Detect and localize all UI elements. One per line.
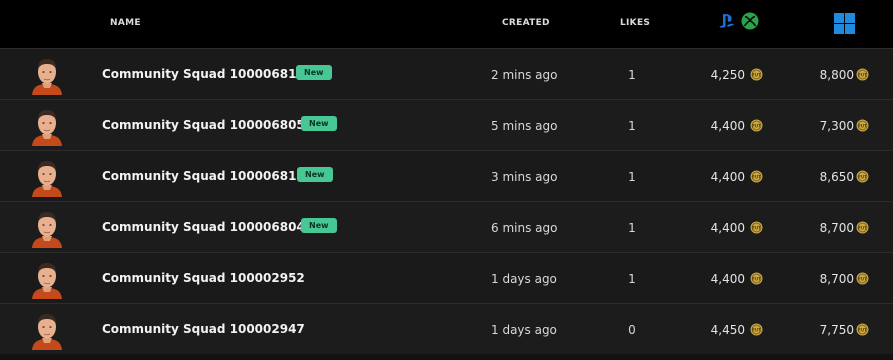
fut-coin-icon: FUT xyxy=(856,68,869,81)
likes-count: 1 xyxy=(628,170,636,184)
fut-coin-icon: FUT xyxy=(750,272,763,285)
fut-coin-icon: FUT xyxy=(750,68,763,81)
console-price: 4,400 xyxy=(710,170,745,184)
console-price: 4,400 xyxy=(710,119,745,133)
console-price: 4,400 xyxy=(710,272,745,286)
windows-icon xyxy=(834,13,855,34)
playstation-icon xyxy=(719,14,734,28)
fut-coin-icon: FUT xyxy=(856,272,869,285)
svg-text:FUT: FUT xyxy=(752,327,761,332)
squad-name[interactable]: Community Squad 100006804 xyxy=(102,220,305,234)
pc-price: 8,800 xyxy=(819,68,854,82)
svg-text:FUT: FUT xyxy=(858,123,867,128)
squad-table: NAME CREATED LIKES Community Squad 10000… xyxy=(0,0,893,354)
table-row[interactable]: Community Squad 100002952 1 days ago 1 4… xyxy=(0,252,893,303)
squad-name[interactable]: Community Squad 100006817 xyxy=(102,67,305,81)
new-badge: New xyxy=(301,218,337,233)
fut-coin-icon: FUT xyxy=(750,323,763,336)
table-row[interactable]: Community Squad 100002947 1 days ago 0 4… xyxy=(0,303,893,354)
likes-count: 0 xyxy=(628,323,636,337)
created-time: 3 mins ago xyxy=(491,170,558,184)
xbox-icon xyxy=(741,12,759,30)
created-time: 2 mins ago xyxy=(491,68,558,82)
created-time: 5 mins ago xyxy=(491,119,558,133)
fut-coin-icon: FUT xyxy=(750,170,763,183)
svg-text:FUT: FUT xyxy=(752,72,761,77)
likes-count: 1 xyxy=(628,272,636,286)
likes-count: 1 xyxy=(628,221,636,235)
fut-coin-icon: FUT xyxy=(856,323,869,336)
svg-text:FUT: FUT xyxy=(752,276,761,281)
player-avatar-icon xyxy=(32,59,62,95)
pc-price: 8,700 xyxy=(819,272,854,286)
fut-coin-icon: FUT xyxy=(856,170,869,183)
table-row[interactable]: Community Squad 100006817 New 2 mins ago… xyxy=(0,48,893,99)
svg-text:FUT: FUT xyxy=(752,225,761,230)
svg-text:FUT: FUT xyxy=(858,72,867,77)
svg-text:FUT: FUT xyxy=(858,276,867,281)
svg-text:FUT: FUT xyxy=(752,174,761,179)
pc-price: 8,700 xyxy=(819,221,854,235)
new-badge: New xyxy=(301,116,337,131)
column-header-created[interactable]: CREATED xyxy=(502,18,550,28)
player-avatar-icon xyxy=(32,314,62,350)
column-header-likes[interactable]: LIKES xyxy=(620,18,650,28)
player-avatar-icon xyxy=(32,263,62,299)
player-avatar-icon xyxy=(32,110,62,146)
column-header-name[interactable]: NAME xyxy=(110,18,141,28)
squad-name[interactable]: Community Squad 100002947 xyxy=(102,322,305,336)
console-price: 4,400 xyxy=(710,221,745,235)
new-badge: New xyxy=(297,167,333,182)
player-avatar-icon xyxy=(32,212,62,248)
table-header: NAME CREATED LIKES xyxy=(0,0,893,48)
table-row[interactable]: Community Squad 100006804 New 6 mins ago… xyxy=(0,201,893,252)
console-price: 4,450 xyxy=(710,323,745,337)
table-row[interactable]: Community Squad 100006815 New 3 mins ago… xyxy=(0,150,893,201)
likes-count: 1 xyxy=(628,119,636,133)
column-header-console[interactable] xyxy=(716,12,759,30)
pc-price: 7,300 xyxy=(819,119,854,133)
svg-text:FUT: FUT xyxy=(858,327,867,332)
likes-count: 1 xyxy=(628,68,636,82)
created-time: 1 days ago xyxy=(491,272,557,286)
new-badge: New xyxy=(296,65,332,80)
squad-name[interactable]: Community Squad 100006805 xyxy=(102,118,305,132)
svg-text:FUT: FUT xyxy=(858,174,867,179)
console-price: 4,250 xyxy=(710,68,745,82)
column-header-pc[interactable] xyxy=(834,13,855,37)
pc-price: 8,650 xyxy=(819,170,854,184)
created-time: 6 mins ago xyxy=(491,221,558,235)
player-avatar-icon xyxy=(32,161,62,197)
svg-text:FUT: FUT xyxy=(752,123,761,128)
table-body: Community Squad 100006817 New 2 mins ago… xyxy=(0,48,893,354)
fut-coin-icon: FUT xyxy=(750,221,763,234)
pc-price: 7,750 xyxy=(819,323,854,337)
squad-name[interactable]: Community Squad 100006815 xyxy=(102,169,305,183)
table-row[interactable]: Community Squad 100006805 New 5 mins ago… xyxy=(0,99,893,150)
created-time: 1 days ago xyxy=(491,323,557,337)
fut-coin-icon: FUT xyxy=(856,119,869,132)
svg-text:FUT: FUT xyxy=(858,225,867,230)
fut-coin-icon: FUT xyxy=(856,221,869,234)
fut-coin-icon: FUT xyxy=(750,119,763,132)
squad-name[interactable]: Community Squad 100002952 xyxy=(102,271,305,285)
